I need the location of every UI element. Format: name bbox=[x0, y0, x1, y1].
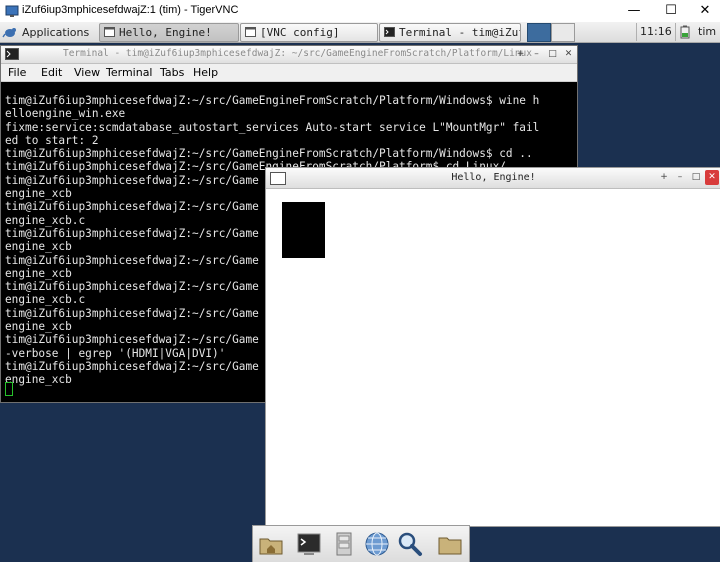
hello-stick-button[interactable]: + bbox=[657, 170, 671, 185]
taskbar-item-vnc-config[interactable]: [VNC config] bbox=[240, 23, 378, 42]
terminal-line: ed to start: 2 bbox=[5, 133, 99, 147]
terminal-shade-button[interactable]: – bbox=[530, 48, 543, 60]
window-icon bbox=[245, 27, 256, 37]
terminal-icon bbox=[5, 48, 19, 60]
terminal-line: fixme:service:scmdatabase_autostart_serv… bbox=[5, 120, 540, 134]
menu-view[interactable]: View bbox=[74, 66, 100, 79]
bottom-dock bbox=[252, 525, 470, 562]
terminal-close-button[interactable]: ✕ bbox=[562, 48, 575, 60]
workspace-2-button[interactable] bbox=[551, 23, 575, 42]
panel-clock[interactable]: 11:16 bbox=[636, 23, 676, 41]
taskbar-item-label: Hello, Engine! bbox=[119, 26, 212, 39]
file-cabinet-icon[interactable] bbox=[330, 530, 358, 558]
hello-engine-title: Hello, Engine! bbox=[451, 172, 536, 183]
taskbar-item-label: Terminal - tim@iZuf6… bbox=[399, 26, 520, 39]
hello-shade-button[interactable]: – bbox=[673, 170, 687, 185]
applications-menu[interactable]: Applications bbox=[2, 23, 89, 41]
rendered-black-rectangle bbox=[282, 202, 325, 258]
xfce-mouse-icon bbox=[2, 28, 16, 38]
hello-engine-titlebar[interactable]: Hello, Engine! + – □ ✕ bbox=[266, 168, 720, 189]
taskbar-item-terminal[interactable]: Terminal - tim@iZuf6… bbox=[379, 23, 521, 42]
menu-edit[interactable]: Edit bbox=[41, 66, 62, 79]
search-icon[interactable] bbox=[396, 530, 424, 558]
tigervnc-app-icon bbox=[5, 5, 19, 17]
workspace-1-button[interactable] bbox=[527, 23, 551, 42]
top-panel: Applications Hello, Engine! [VNC config]… bbox=[0, 22, 720, 43]
terminal-title: Terminal - tim@iZuf6iup3mphicesefdwajZ: … bbox=[63, 48, 532, 59]
hello-engine-window: Hello, Engine! + – □ ✕ bbox=[265, 167, 720, 527]
taskbar-item-hello-engine[interactable]: Hello, Engine! bbox=[99, 23, 239, 42]
terminal-minimize-button[interactable]: + bbox=[514, 48, 527, 60]
terminal-titlebar[interactable]: Terminal - tim@iZuf6iup3mphicesefdwajZ: … bbox=[1, 46, 577, 64]
folder-icon[interactable] bbox=[436, 530, 464, 558]
terminal-line: tim@iZuf6iup3mphicesefdwajZ:~/src/GameEn… bbox=[5, 94, 540, 107]
terminal-maximize-button[interactable]: □ bbox=[546, 48, 559, 60]
terminal-icon bbox=[384, 27, 395, 37]
applications-label: Applications bbox=[22, 25, 90, 39]
terminal-line: tim@iZuf6iup3mphicesefdwajZ:~/src/GameEn… bbox=[5, 147, 533, 161]
vnc-window-title: iZuf6iup3mphicesefdwajZ:1 (tim) - TigerV… bbox=[22, 4, 239, 16]
hello-close-button[interactable]: ✕ bbox=[705, 170, 719, 185]
terminal-cursor bbox=[5, 382, 13, 396]
terminal-menubar: File Edit View Terminal Tabs Help bbox=[1, 64, 577, 82]
close-button[interactable]: ✕ bbox=[688, 0, 720, 22]
web-browser-icon[interactable] bbox=[363, 530, 391, 558]
menu-tabs[interactable]: Tabs bbox=[160, 66, 184, 79]
home-folder-icon[interactable] bbox=[257, 530, 285, 558]
taskbar-item-label: [VNC config] bbox=[260, 26, 340, 39]
menu-help[interactable]: Help bbox=[193, 66, 218, 79]
panel-user-label[interactable]: tim bbox=[698, 23, 716, 41]
window-icon bbox=[104, 27, 115, 37]
vnc-window-titlebar: iZuf6iup3mphicesefdwajZ:1 (tim) - TigerV… bbox=[0, 0, 720, 23]
minimize-button[interactable]: — bbox=[617, 0, 651, 22]
menu-file[interactable]: File bbox=[8, 66, 26, 79]
terminal-line: elloengine_win.exe bbox=[5, 107, 126, 121]
menu-terminal[interactable]: Terminal bbox=[106, 66, 153, 79]
terminal-icon[interactable] bbox=[295, 530, 323, 558]
hello-maximize-button[interactable]: □ bbox=[689, 170, 703, 185]
battery-icon bbox=[680, 25, 690, 39]
maximize-button[interactable]: ☐ bbox=[654, 0, 688, 22]
